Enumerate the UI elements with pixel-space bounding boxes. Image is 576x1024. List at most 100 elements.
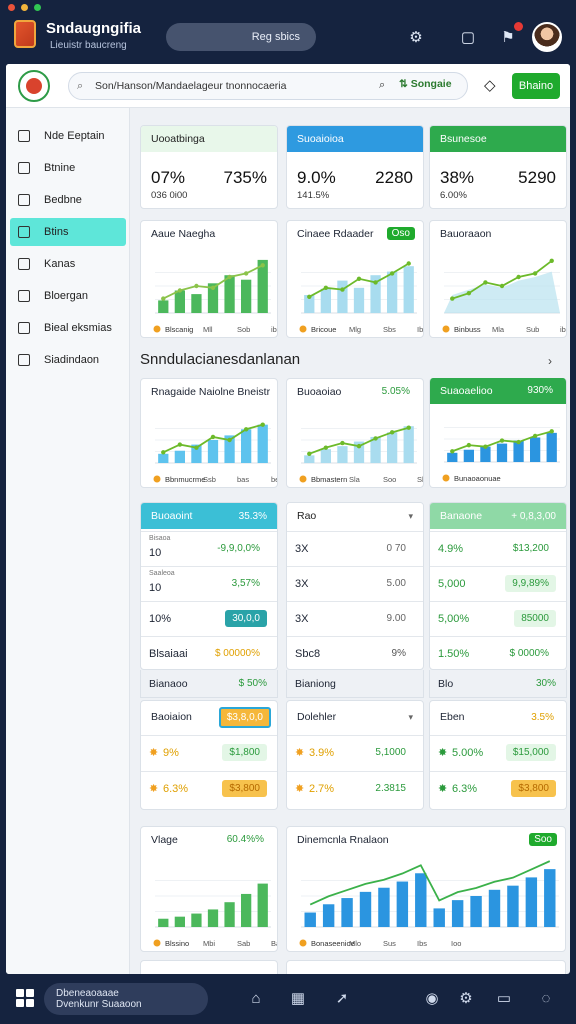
- sidebar-item-2[interactable]: Btnine: [10, 154, 126, 182]
- stat-card-header: Suoaioioa: [287, 126, 423, 152]
- rocket-icon[interactable]: ➚: [332, 988, 352, 1008]
- table-header: Baoiaion $3,8,0,0: [141, 701, 277, 733]
- chart-card[interactable]: Suaoaelioo 930% Bunaoaonuae: [429, 378, 567, 488]
- chart-title: Cinaee Rdaader: [297, 228, 374, 240]
- message-icon[interactable]: ▭: [494, 988, 514, 1008]
- tick-label: Mla: [492, 325, 505, 334]
- table-row[interactable]: 4.9% $13,200: [430, 531, 566, 566]
- filter-chip[interactable]: ⇅ Songaie: [399, 78, 452, 90]
- chat-bubble-icon[interactable]: ◌: [536, 988, 556, 1008]
- table-row[interactable]: ✸ 9% $1,800: [141, 735, 277, 770]
- stat-card[interactable]: Suoaioioa 9.0% 2280 141.5%: [286, 125, 424, 209]
- chart-card[interactable]: Rnagaide Naiolne Bneistr Bbnmucrme Ssb bas b…: [140, 378, 278, 488]
- table-title: Banaone: [440, 510, 483, 522]
- row-value: 2.7%: [309, 783, 335, 795]
- stat-card[interactable]: Uooatbinga 07% 735% 036 0i00: [140, 125, 278, 209]
- start-icon[interactable]: [16, 989, 34, 1007]
- table-row[interactable]: ✸ 6.3% $3,800: [430, 771, 566, 806]
- app-title: Sndaugngifia: [46, 20, 141, 37]
- table-row[interactable]: 10% 30,0,0: [141, 601, 277, 636]
- stat-value-right: 735%: [223, 168, 267, 187]
- chart-plot: BbnmucrmeSsb bas bes: [153, 422, 277, 484]
- user-avatar[interactable]: [532, 22, 562, 52]
- chart-bar: [320, 288, 331, 313]
- chevron-down-icon[interactable]: ▾: [408, 712, 413, 723]
- calendar-icon: [18, 322, 30, 334]
- chevron-down-icon[interactable]: ▾: [408, 511, 413, 522]
- table-row[interactable]: ✸ 3.9% 5,1000: [287, 735, 423, 770]
- close-dot[interactable]: [8, 4, 15, 11]
- chart-bar: [451, 900, 464, 927]
- search-input[interactable]: ⌕ Son/Hanson/Mandaelageur tnonnocaeria ⌕…: [68, 72, 468, 100]
- row-change: 5,1000: [375, 747, 406, 758]
- sync-icon[interactable]: ⚙: [405, 26, 427, 48]
- stat-card[interactable]: Bsunesoe 38% 5290 6.00%: [429, 125, 567, 209]
- stat-sub: 036 0i00: [151, 190, 188, 201]
- table-row[interactable]: Sbc8 9%: [287, 636, 423, 669]
- sidebar-item-5[interactable]: Kanas: [10, 250, 126, 278]
- stat-value-left: 38%: [440, 168, 475, 187]
- table-row[interactable]: Blsaiaai $ 00000%: [141, 636, 277, 669]
- table-row[interactable]: ✸ 5.00% $15,000: [430, 735, 566, 770]
- chart-point: [210, 434, 216, 440]
- tick-label: Sbs: [417, 475, 424, 484]
- chart-point: [373, 280, 378, 285]
- table-row[interactable]: 1.50% $ 0000%: [430, 636, 566, 669]
- globe-icon[interactable]: ◉: [422, 988, 442, 1008]
- table-row[interactable]: 5,00% 85000: [430, 601, 566, 636]
- magnifier-icon[interactable]: ⌕: [379, 79, 385, 92]
- chart-card[interactable]: Bauoraaon Binbuss Mla Sub ibo: [429, 220, 567, 338]
- table-row[interactable]: Saaleoa 10 3,57%: [141, 566, 277, 601]
- chevron-right-icon[interactable]: ›: [548, 354, 552, 368]
- chart-card[interactable]: Buoaoiao 5.05% BbmasternSla Soo Sbs: [286, 378, 424, 488]
- tablet-icon[interactable]: ▢: [457, 26, 479, 48]
- tick-label: Mll: [203, 325, 213, 334]
- search-text: Son/Hanson/Mandaelageur tnonnocaeria: [95, 80, 287, 92]
- table-row[interactable]: 3X 9.00: [287, 601, 423, 636]
- footer-value: 30%: [535, 678, 556, 689]
- stat-value-left: 07%: [151, 168, 186, 187]
- settings-icon[interactable]: ⚙: [456, 988, 476, 1008]
- taskbar-app-pill[interactable]: Dbeneaoaaae Dvenkunr Suaaoon: [44, 983, 208, 1015]
- legend-label: Blscanig: [165, 325, 193, 334]
- table-row[interactable]: 3X 0 70: [287, 531, 423, 566]
- sidebar-item-4[interactable]: Btins: [10, 218, 126, 246]
- chart-card[interactable]: Aaue Naegha Blscanig Mll Sob ibo: [140, 220, 278, 338]
- top-search-button[interactable]: Reg sbics: [166, 23, 316, 51]
- notification-icon[interactable]: ⚑: [497, 22, 523, 48]
- chart-card[interactable]: Vlage 60.4%% Blssino Mbi Sab Bas: [140, 826, 278, 952]
- chart-card[interactable]: Dinemcnla Rnalaon Soo Bonaseenioe Mlo Sus Ibs…: [286, 826, 566, 952]
- sidebar-item-1[interactable]: Nde Eeptain: [10, 122, 126, 150]
- bell-icon[interactable]: ◇: [484, 76, 496, 94]
- table-row[interactable]: ✸ 6.3% $3,800: [141, 771, 277, 806]
- sidebar-item-6[interactable]: Bloergan: [10, 282, 126, 310]
- home-icon[interactable]: ⌂: [246, 988, 266, 1008]
- table-row[interactable]: 5,000 9,9,89%: [430, 566, 566, 601]
- star-icon: ✸: [295, 783, 305, 795]
- chart-card[interactable]: Cinaee Rdaader Oso Bricoue Mlg Sbs Ibs: [286, 220, 424, 338]
- chart-point: [406, 261, 411, 266]
- chart-bar: [241, 279, 252, 313]
- chart-plot: BbmasternSla Soo Sbs: [299, 425, 424, 484]
- table-row[interactable]: 3X 5.00: [287, 566, 423, 601]
- chart-point: [260, 263, 265, 268]
- window-controls[interactable]: [8, 4, 41, 11]
- chart-title: Vlage: [151, 834, 178, 846]
- table-row[interactable]: ✸ 2.7% 2.3815: [287, 771, 423, 806]
- row-value: Sbc8: [295, 648, 321, 660]
- sidebar-item-label: Bloergan: [44, 290, 89, 302]
- stat-sub: 6.00%: [440, 190, 467, 201]
- legend-swatch: [299, 325, 307, 333]
- minimize-dot[interactable]: [21, 4, 28, 11]
- primary-button[interactable]: Bhaino: [512, 73, 560, 99]
- grid-icon[interactable]: ▦: [288, 988, 308, 1008]
- legend-swatch: [442, 325, 450, 333]
- row-value: 6.3%: [163, 783, 189, 795]
- sidebar-item-8[interactable]: Siadindaon: [10, 346, 126, 374]
- maximize-dot[interactable]: [34, 4, 41, 11]
- chart-card-header: Cinaee Rdaader Oso: [287, 221, 423, 247]
- chart-point: [516, 439, 521, 445]
- sidebar-item-3[interactable]: Bedbne: [10, 186, 126, 214]
- table-row[interactable]: Bisaoa 10 -9,9,0,0%: [141, 531, 277, 566]
- sidebar-item-7[interactable]: Bieal eksmias: [10, 314, 126, 342]
